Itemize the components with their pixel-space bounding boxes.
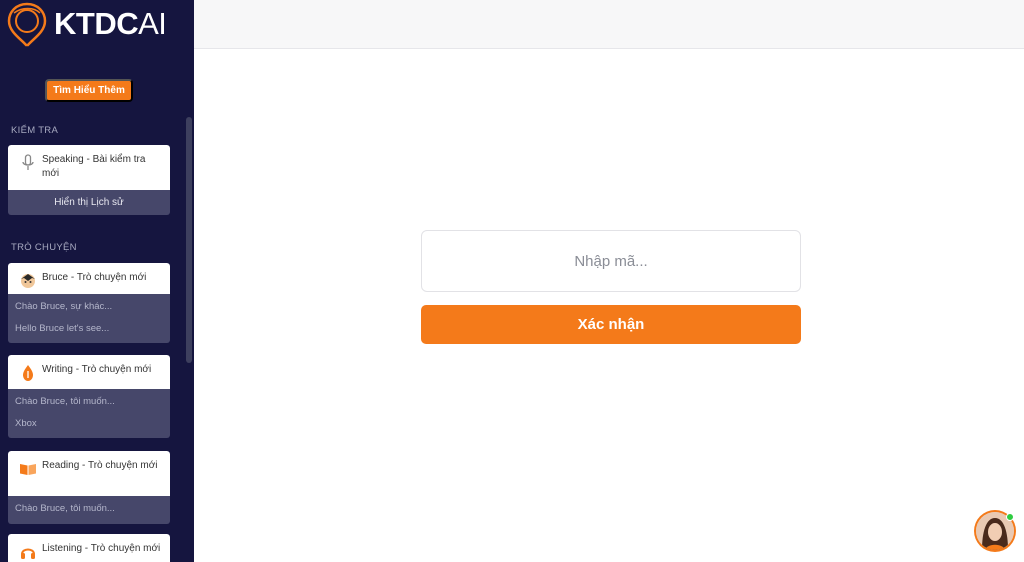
chat-title: Reading - Trò chuyện mới	[42, 460, 158, 471]
chat-history-item[interactable]: Chào Bruce, tôi muốn...	[8, 391, 170, 413]
sidebar-scrollbar[interactable]	[186, 117, 192, 363]
book-icon	[18, 459, 38, 479]
chat-history-item[interactable]: Xbox	[8, 413, 170, 435]
headphones-icon	[18, 542, 38, 562]
support-avatar-button[interactable]	[974, 510, 1016, 552]
show-history-button[interactable]: Hiển thị Lịch sử	[8, 190, 170, 215]
chat-card-reading: Reading - Trò chuyện mới Chào Bruce, tôi…	[8, 451, 170, 524]
brand-name: KTDCAI	[54, 6, 167, 41]
chat-title: Bruce - Trò chuyện mới	[42, 272, 147, 283]
chat-card-writing: Writing - Trò chuyện mới Chào Bruce, tôi…	[8, 355, 170, 438]
microphone-icon	[18, 153, 38, 173]
test-card: Speaking - Bài kiểm tra mới Hiển thị Lịc…	[8, 145, 170, 215]
top-bar	[194, 0, 1024, 49]
section-label-test: KIỂM TRA	[11, 125, 59, 136]
brand-logo[interactable]: KTDCAI	[6, 0, 194, 48]
online-status-indicator	[1006, 513, 1014, 521]
learn-more-button[interactable]: Tìm Hiểu Thêm	[45, 79, 133, 102]
chat-title: Listening - Trò chuyện mới	[42, 543, 161, 554]
location-pin-logo-icon	[7, 2, 47, 47]
chat-history-item[interactable]: Chào Bruce, sự khác...	[8, 296, 170, 318]
chat-card-listening: Listening - Trò chuyện mới	[8, 534, 170, 562]
chat-history-item[interactable]: Chào Bruce, tôi muốn...	[8, 498, 170, 520]
bruce-avatar-icon	[18, 271, 38, 291]
new-chat-listening-button[interactable]: Listening - Trò chuyện mới	[8, 534, 170, 562]
chat-title: Writing - Trò chuyện mới	[42, 364, 152, 375]
test-card-title: Speaking - Bài kiểm tra mới	[42, 154, 146, 179]
pen-nib-icon	[18, 363, 38, 383]
new-chat-bruce-button[interactable]: Bruce - Trò chuyện mới	[8, 263, 170, 294]
code-input[interactable]	[421, 230, 801, 292]
sidebar: KTDCAI Tìm Hiểu Thêm KIỂM TRA Speaking -…	[0, 0, 194, 562]
new-speaking-test-button[interactable]: Speaking - Bài kiểm tra mới	[8, 145, 170, 190]
new-chat-writing-button[interactable]: Writing - Trò chuyện mới	[8, 355, 170, 389]
chat-history-item[interactable]: Hello Bruce let's see...	[8, 318, 170, 340]
new-chat-reading-button[interactable]: Reading - Trò chuyện mới	[8, 451, 170, 496]
section-label-chat: TRÒ CHUYỆN	[11, 242, 77, 253]
chat-card-bruce: Bruce - Trò chuyện mới Chào Bruce, sự kh…	[8, 263, 170, 343]
confirm-button[interactable]: Xác nhận	[421, 305, 801, 344]
